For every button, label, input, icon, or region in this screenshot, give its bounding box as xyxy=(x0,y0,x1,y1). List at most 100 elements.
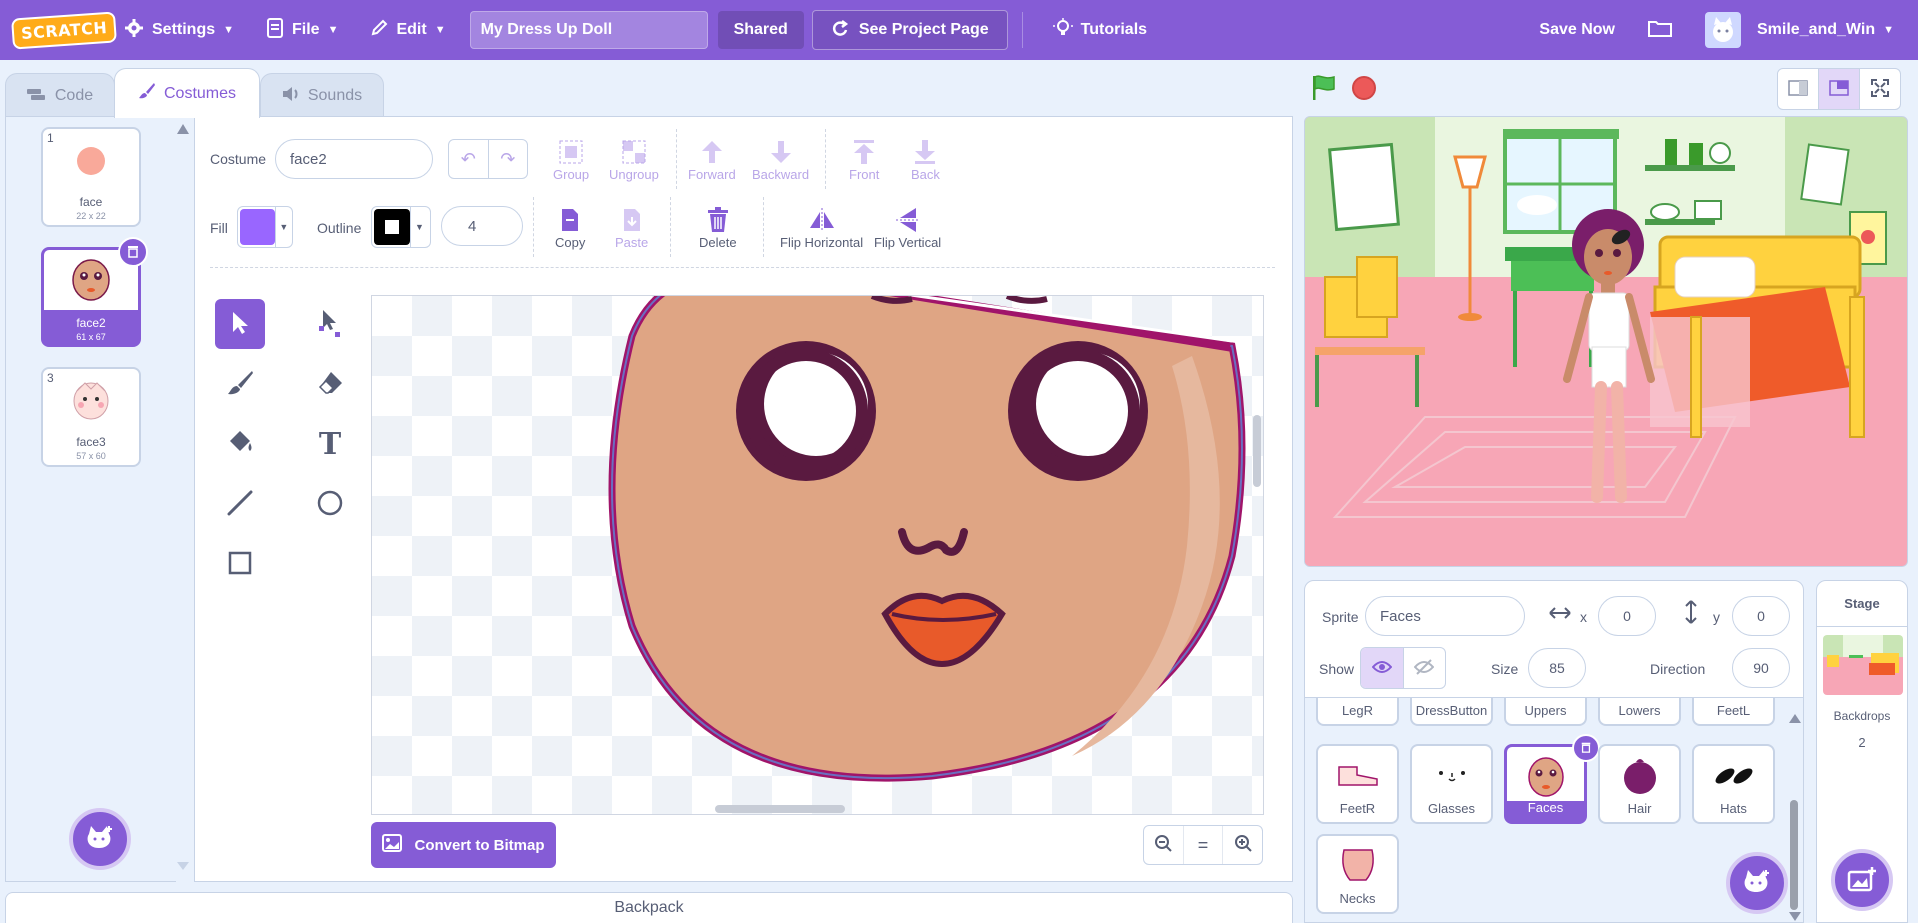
tab-costumes[interactable]: Costumes xyxy=(114,68,260,118)
scratch-logo[interactable]: SCRATCH xyxy=(10,0,118,60)
delete-button[interactable]: Delete xyxy=(699,205,737,250)
sprite-item-necks[interactable]: Necks xyxy=(1316,834,1399,914)
sprite-list-scroll-down[interactable] xyxy=(1789,912,1801,921)
green-flag-button[interactable] xyxy=(1310,74,1338,105)
circle-icon xyxy=(316,489,344,520)
zoom-in-button[interactable] xyxy=(1222,826,1262,864)
shared-button[interactable]: Shared xyxy=(717,11,804,49)
stage-title: Stage xyxy=(1817,581,1907,627)
show-visible-button[interactable] xyxy=(1361,648,1403,688)
costume-item-face3[interactable]: 3 face3 57 x 60 xyxy=(41,367,141,467)
fill-color-picker[interactable]: ▼ xyxy=(237,206,293,248)
show-hidden-button[interactable] xyxy=(1402,648,1446,688)
sprite-item-hair[interactable]: Hair xyxy=(1598,744,1681,824)
copy-button[interactable]: Copy xyxy=(555,205,585,250)
fill-swatch xyxy=(240,209,275,245)
show-label: Show xyxy=(1319,661,1355,677)
fullscreen-button[interactable] xyxy=(1859,69,1900,109)
sprite-list-scrollbar[interactable] xyxy=(1790,800,1798,910)
forward-icon xyxy=(700,137,724,167)
select-tool[interactable] xyxy=(215,299,265,349)
size-input[interactable]: 85 xyxy=(1528,648,1586,688)
sprite-item-dressbutton[interactable]: DressButton xyxy=(1410,698,1493,726)
zoom-reset-button[interactable]: = xyxy=(1182,826,1223,864)
undo-button[interactable]: ↶ xyxy=(449,140,489,178)
sprite-item-feetl[interactable]: FeetL xyxy=(1692,698,1775,726)
costume-item-face[interactable]: 1 face 22 x 22 xyxy=(41,127,141,227)
canvas-vertical-scrollbar[interactable] xyxy=(1253,415,1261,487)
small-stage-button[interactable] xyxy=(1778,69,1818,109)
tutorials-button[interactable]: Tutorials xyxy=(1037,0,1163,60)
delete-costume-button[interactable] xyxy=(118,237,148,267)
text-tool[interactable]: T xyxy=(305,419,355,469)
large-stage-button[interactable] xyxy=(1818,69,1859,109)
costume-list-scroll-up[interactable] xyxy=(177,124,189,134)
flip-vertical-button[interactable]: Flip Vertical xyxy=(874,205,941,250)
paint-bucket-icon xyxy=(226,429,254,460)
tab-code[interactable]: Code xyxy=(5,73,115,118)
eraser-tool[interactable] xyxy=(305,359,355,409)
paste-button[interactable]: Paste xyxy=(615,205,648,250)
account-menu[interactable]: Smile_and_Win ▼ xyxy=(1689,0,1918,60)
forward-button[interactable]: Forward xyxy=(688,137,736,182)
stage[interactable] xyxy=(1304,116,1908,567)
project-title-input[interactable]: My Dress Up Doll xyxy=(469,11,708,49)
outline-width-input[interactable]: 4 xyxy=(441,206,523,246)
line-tool[interactable] xyxy=(215,479,265,529)
sprite-name-input[interactable]: Faces xyxy=(1365,596,1525,636)
cat-plus-icon xyxy=(1742,868,1772,899)
flip-horizontal-button[interactable]: Flip Horizontal xyxy=(780,205,863,250)
zoom-out-icon xyxy=(1154,834,1173,857)
file-menu[interactable]: File ▼ xyxy=(250,0,354,60)
front-button[interactable]: Front xyxy=(849,137,879,182)
direction-input[interactable]: 90 xyxy=(1732,648,1790,688)
sprite-name: LegR xyxy=(1341,703,1374,718)
choose-sprite-button[interactable] xyxy=(1726,852,1788,914)
backpack[interactable]: Backpack xyxy=(5,892,1293,923)
sprite-item-legr[interactable]: LegR xyxy=(1316,698,1399,726)
convert-to-bitmap-button[interactable]: Convert to Bitmap xyxy=(371,822,556,868)
choose-backdrop-button[interactable] xyxy=(1831,849,1893,911)
my-stuff-button[interactable] xyxy=(1631,0,1689,60)
canvas-horizontal-scrollbar[interactable] xyxy=(715,805,845,813)
brush-tool[interactable] xyxy=(215,359,265,409)
choose-costume-button[interactable] xyxy=(69,808,131,870)
sprite-item-hats[interactable]: Hats xyxy=(1692,744,1775,824)
circle-tool[interactable] xyxy=(305,479,355,529)
redo-button[interactable]: ↷ xyxy=(489,140,528,178)
sprite-item-uppers[interactable]: Uppers xyxy=(1504,698,1587,726)
horizontal-arrows-icon xyxy=(1548,605,1572,624)
sprite-item-feetr[interactable]: FeetR xyxy=(1316,744,1399,824)
stage-target-panel[interactable]: Stage Backdrops 2 xyxy=(1816,580,1908,923)
rectangle-tool[interactable] xyxy=(215,539,265,589)
tab-sounds[interactable]: Sounds xyxy=(260,73,384,118)
fill-tool[interactable] xyxy=(215,419,265,469)
outline-color-picker[interactable]: ▼ xyxy=(371,206,431,248)
sprite-list-scroll-up[interactable] xyxy=(1789,714,1801,723)
costume-thumbnail xyxy=(71,379,111,424)
save-now-button[interactable]: Save Now xyxy=(1523,0,1631,60)
edit-label: Edit xyxy=(396,21,427,38)
x-input[interactable]: 0 xyxy=(1598,596,1656,636)
delete-sprite-button[interactable] xyxy=(1572,734,1600,762)
reshape-tool[interactable] xyxy=(305,299,355,349)
zoom-out-button[interactable] xyxy=(1144,826,1183,864)
code-icon xyxy=(26,87,47,106)
sprite-item-glasses[interactable]: Glasses xyxy=(1410,744,1493,824)
drawing-canvas[interactable] xyxy=(371,295,1264,815)
y-input[interactable]: 0 xyxy=(1732,596,1790,636)
edit-menu[interactable]: Edit ▼ xyxy=(354,0,461,60)
ungroup-button[interactable]: Ungroup xyxy=(609,137,659,182)
settings-menu[interactable]: Settings ▼ xyxy=(108,0,250,60)
flip-vertical-label: Flip Vertical xyxy=(874,235,942,250)
line-icon xyxy=(226,489,254,520)
forward-label: Forward xyxy=(688,167,736,182)
back-button[interactable]: Back xyxy=(911,137,940,182)
sprite-item-lowers[interactable]: Lowers xyxy=(1598,698,1681,726)
stop-button[interactable] xyxy=(1352,76,1376,100)
see-project-page-button[interactable]: See Project Page xyxy=(811,10,1008,50)
group-button[interactable]: Group xyxy=(553,137,589,182)
costume-list-scroll-down[interactable] xyxy=(177,862,189,870)
costume-name-input[interactable]: face2 xyxy=(275,139,433,179)
backward-button[interactable]: Backward xyxy=(752,137,809,182)
